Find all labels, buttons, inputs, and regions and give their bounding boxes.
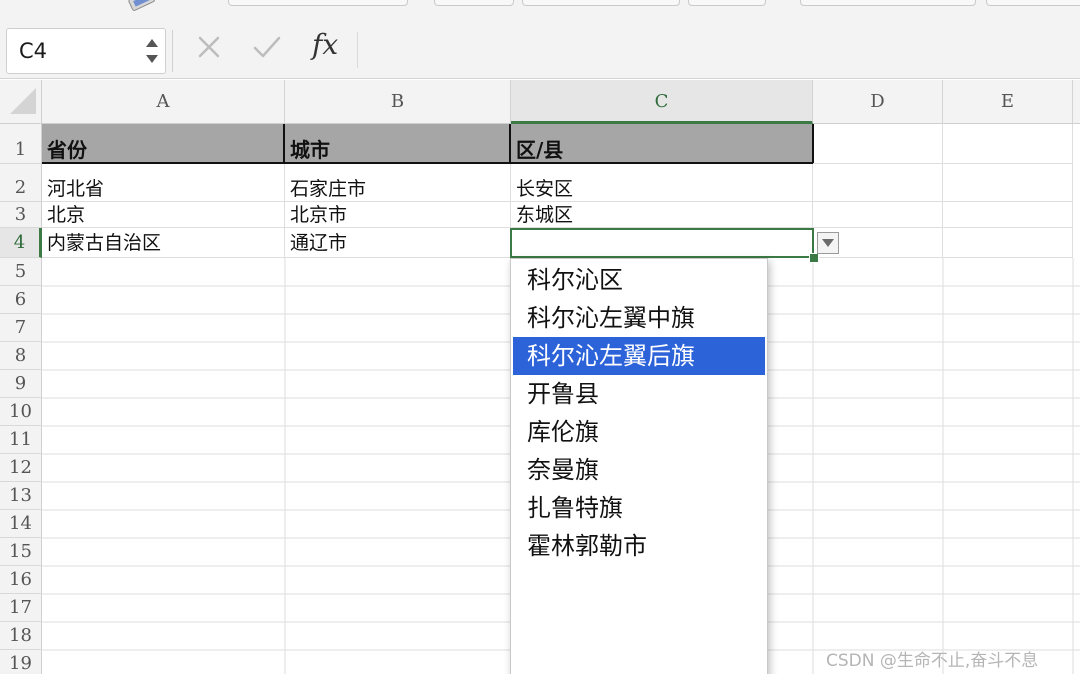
row-header[interactable]: 17 bbox=[0, 594, 42, 622]
name-box-stepper-icon[interactable] bbox=[143, 33, 161, 69]
cancel-icon[interactable] bbox=[196, 34, 222, 60]
row-header[interactable]: 10 bbox=[0, 398, 42, 426]
cell-b1[interactable]: 城市 bbox=[285, 124, 511, 164]
row-header[interactable]: 4 bbox=[0, 228, 42, 258]
select-all-button[interactable] bbox=[0, 80, 42, 124]
cell-c1[interactable]: 区/县 bbox=[511, 124, 814, 164]
cell-e4[interactable] bbox=[943, 228, 1073, 258]
column-header-f[interactable] bbox=[1073, 80, 1080, 124]
row-header[interactable]: 3 bbox=[0, 202, 42, 228]
list-item[interactable]: 开鲁县 bbox=[513, 375, 765, 413]
row-header[interactable]: 11 bbox=[0, 426, 42, 454]
row-header[interactable]: 9 bbox=[0, 370, 42, 398]
column-header-d[interactable]: D bbox=[813, 80, 943, 124]
row-header[interactable]: 13 bbox=[0, 482, 42, 510]
cell-e3[interactable] bbox=[943, 202, 1073, 228]
format-painter-icon[interactable] bbox=[126, 0, 161, 15]
cell-b4[interactable]: 通辽市 bbox=[285, 228, 511, 258]
row-header[interactable]: 5 bbox=[0, 258, 42, 286]
row-header[interactable]: 15 bbox=[0, 538, 42, 566]
formula-bar-divider bbox=[357, 32, 358, 68]
list-item[interactable]: 霍林郭勒市 bbox=[513, 527, 765, 565]
toolbar-button[interactable] bbox=[434, 0, 514, 6]
list-item[interactable]: 库伦旗 bbox=[513, 413, 765, 451]
toolbar-button[interactable] bbox=[986, 0, 1080, 6]
cell-c2[interactable]: 长安区 bbox=[511, 164, 813, 202]
name-box[interactable]: C4 bbox=[6, 28, 166, 74]
row-header[interactable]: 14 bbox=[0, 510, 42, 538]
toolbar-button[interactable] bbox=[522, 0, 680, 6]
cell-c4[interactable] bbox=[511, 228, 813, 258]
validation-dropdown-button[interactable] bbox=[817, 232, 839, 254]
list-item[interactable]: 扎鲁特旗 bbox=[513, 489, 765, 527]
cell-c3[interactable]: 东城区 bbox=[511, 202, 813, 228]
cell-d3[interactable] bbox=[813, 202, 943, 228]
cell-e2[interactable] bbox=[943, 164, 1073, 202]
list-item[interactable]: 科尔沁区 bbox=[513, 261, 765, 299]
cell-a4[interactable]: 内蒙古自治区 bbox=[42, 228, 285, 258]
row-header[interactable]: 19 bbox=[0, 650, 42, 674]
select-all-icon bbox=[10, 88, 36, 114]
cell-a3[interactable]: 北京 bbox=[42, 202, 285, 228]
row-header[interactable]: 8 bbox=[0, 342, 42, 370]
cell-b3[interactable]: 北京市 bbox=[285, 202, 511, 228]
insert-function-button[interactable]: fx bbox=[312, 28, 338, 61]
toolbar-button[interactable] bbox=[688, 0, 766, 6]
toolbar-button[interactable] bbox=[228, 0, 408, 6]
validation-list[interactable]: 科尔沁区 科尔沁左翼中旗 科尔沁左翼后旗 开鲁县 库伦旗 奈曼旗 扎鲁特旗 霍林… bbox=[510, 258, 768, 674]
formula-bar: C4 fx bbox=[0, 22, 1080, 79]
cell-a1[interactable]: 省份 bbox=[42, 124, 285, 164]
toolbar-button[interactable] bbox=[800, 0, 976, 6]
row-header[interactable]: 18 bbox=[0, 622, 42, 650]
spreadsheet-grid: A B C D E 1 2 3 4 5 6 7 8 9 10 11 12 13 … bbox=[0, 80, 1080, 674]
cell-d2[interactable] bbox=[813, 164, 943, 202]
formula-input[interactable] bbox=[362, 30, 1072, 70]
list-item-selected[interactable]: 科尔沁左翼后旗 bbox=[513, 337, 765, 375]
row-header[interactable]: 2 bbox=[0, 164, 42, 202]
ribbon-toolbar bbox=[0, 0, 1080, 22]
column-header-e[interactable]: E bbox=[943, 80, 1073, 124]
column-header-a[interactable]: A bbox=[42, 80, 285, 124]
list-item[interactable]: 科尔沁左翼中旗 bbox=[513, 299, 765, 337]
checkmark-icon[interactable] bbox=[252, 34, 282, 60]
cell-b2[interactable]: 石家庄市 bbox=[285, 164, 511, 202]
formula-bar-divider bbox=[172, 30, 173, 72]
cell-a2[interactable]: 河北省 bbox=[42, 164, 285, 202]
row-header[interactable]: 1 bbox=[0, 124, 42, 164]
column-header-c[interactable]: C bbox=[511, 80, 813, 124]
fill-handle[interactable] bbox=[809, 253, 819, 263]
chevron-down-icon bbox=[822, 239, 834, 247]
watermark: CSDN @生命不止,奋斗不息 bbox=[826, 651, 1039, 671]
row-header[interactable]: 7 bbox=[0, 314, 42, 342]
column-header-b[interactable]: B bbox=[285, 80, 511, 124]
list-item[interactable]: 奈曼旗 bbox=[513, 451, 765, 489]
row-header[interactable]: 12 bbox=[0, 454, 42, 482]
name-box-value: C4 bbox=[19, 39, 48, 63]
cell-d1[interactable] bbox=[813, 124, 943, 164]
row-header[interactable]: 16 bbox=[0, 566, 42, 594]
row-header[interactable]: 6 bbox=[0, 286, 42, 314]
cell-e1[interactable] bbox=[943, 124, 1073, 164]
